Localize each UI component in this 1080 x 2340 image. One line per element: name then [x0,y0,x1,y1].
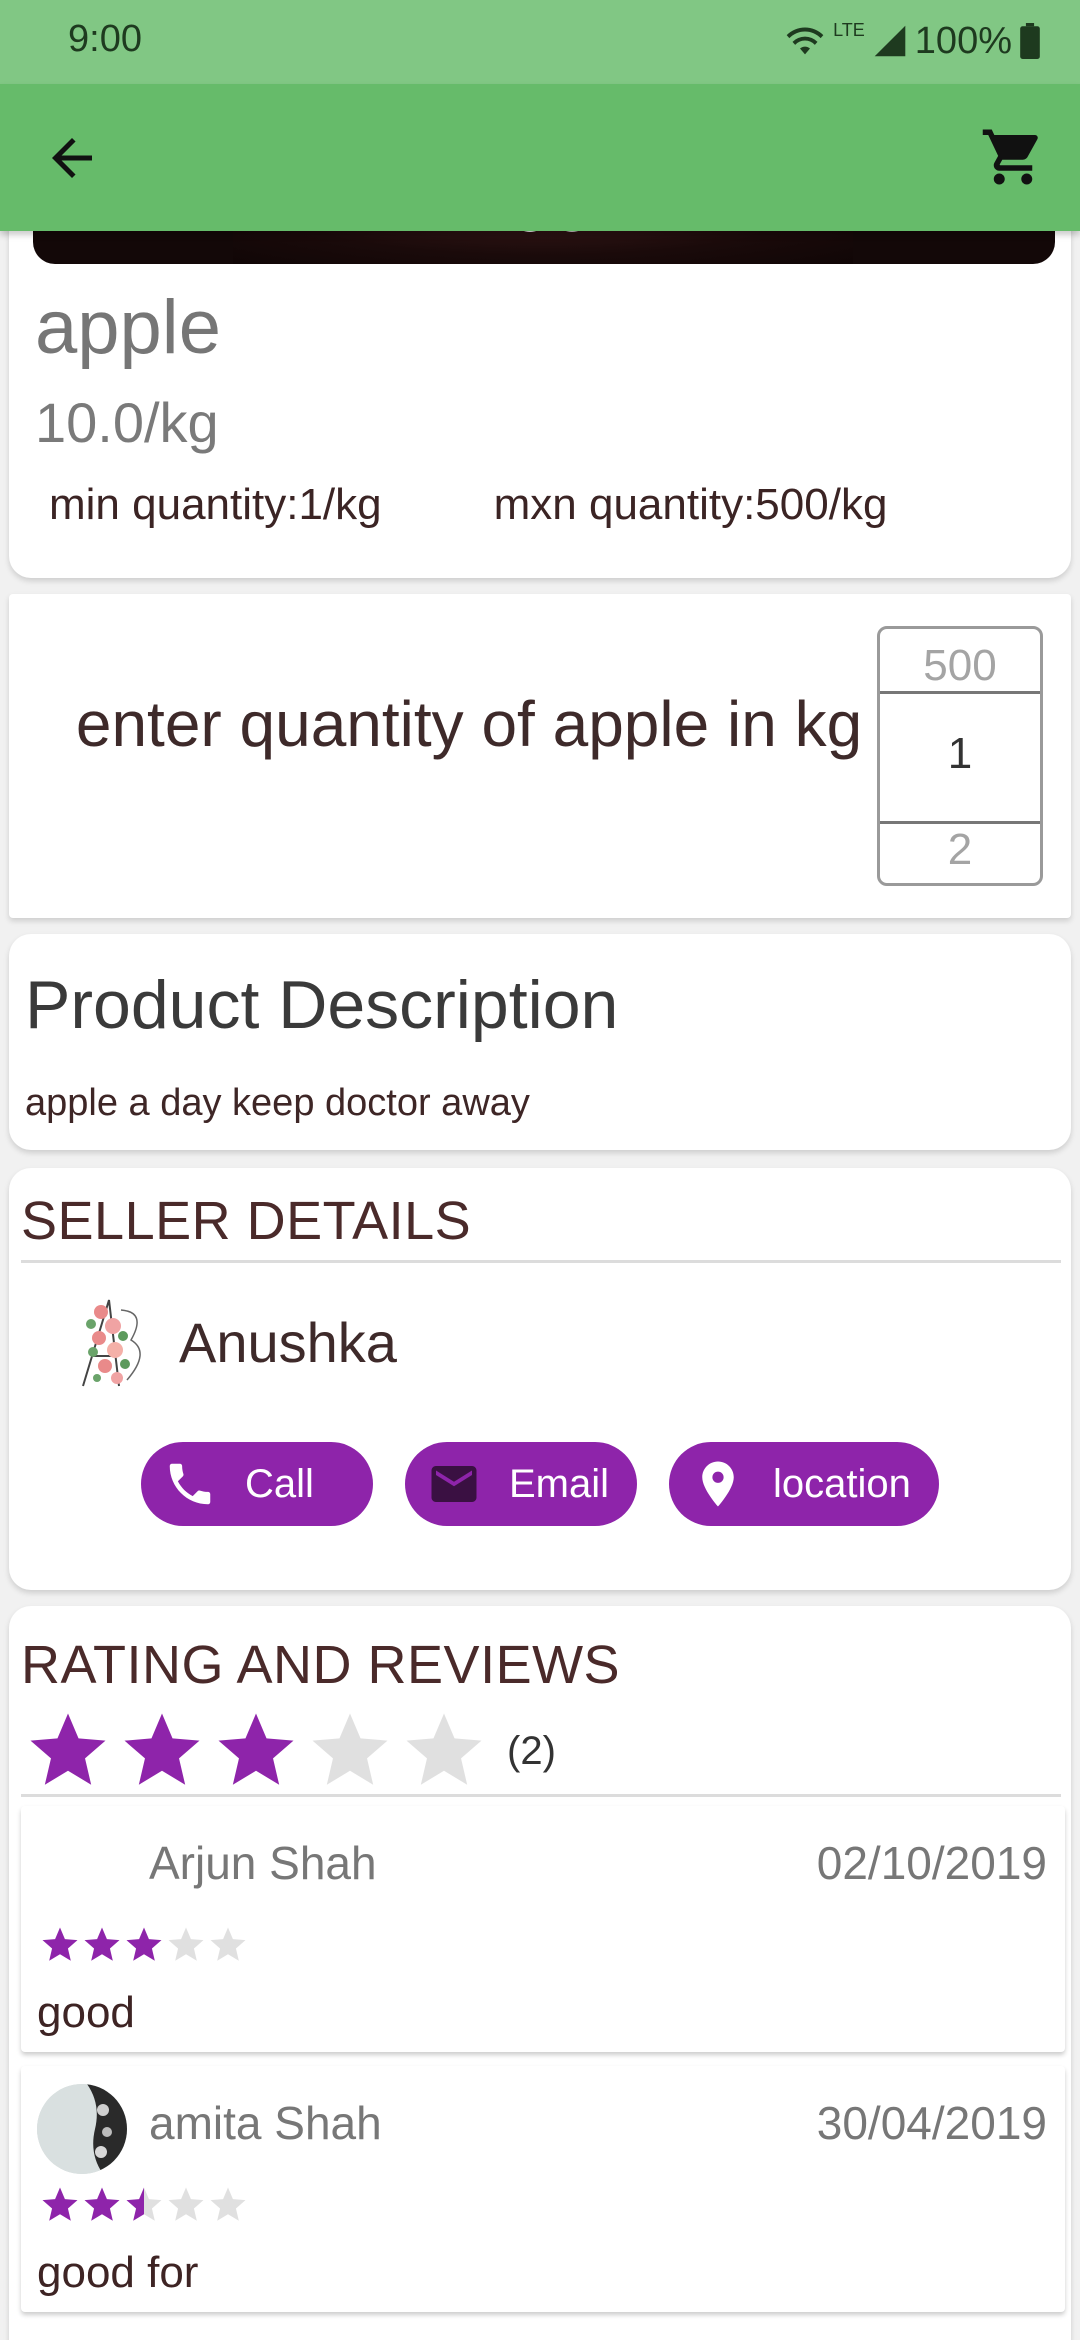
ratings-section-title: RATING AND REVIEWS [21,1635,621,1695]
call-button[interactable]: Call [141,1442,373,1526]
description-title: Product Description [25,967,619,1043]
picker-prev-value[interactable]: 500 [880,641,1040,691]
seller-section-title: SELLER DETAILS [21,1191,472,1251]
quantity-card: enter quantity of apple in kg 500 1 2 [9,594,1071,918]
location-button[interactable]: location [669,1442,939,1526]
reviewer-name: Arjun Shah [149,1837,377,1889]
picker-next-value[interactable]: 2 [880,825,1040,875]
location-label: location [773,1461,911,1506]
email-icon [427,1457,481,1511]
picker-divider [880,691,1040,694]
star-icon [165,1924,207,1966]
product-name: apple [35,285,221,370]
star-icon [81,2184,123,2226]
arrow-back-icon[interactable] [42,128,102,188]
star-icon [23,1706,113,1796]
reviewer-avatar [37,2084,127,2174]
average-rating: (2) [23,1706,556,1796]
shopping-cart-icon[interactable] [980,124,1046,190]
star-icon [207,1924,249,1966]
status-time: 9:00 [68,18,142,60]
star-icon [211,1706,301,1796]
ratings-card: RATING AND REVIEWS (2) Arjun Shah 02/10/… [9,1606,1071,2340]
app-bar [0,84,1080,231]
call-label: Call [245,1461,314,1506]
star-icon [123,2184,165,2226]
seller-avatar [61,1290,161,1394]
star-icon [305,1706,395,1796]
star-icon [165,2184,207,2226]
signal-icon [873,24,907,58]
product-description-card: Product Description apple a day keep doc… [9,934,1071,1150]
quantity-number-picker[interactable]: 500 1 2 [877,626,1043,886]
status-icons: LTE 100% [785,16,1040,66]
network-type-label: LTE [833,20,865,40]
review-stars [39,2184,249,2226]
wifi-icon [785,24,825,58]
star-icon [399,1706,489,1796]
description-text: apple a day keep doctor away [25,1082,530,1124]
review-date: 02/10/2019 [816,1837,1047,1889]
review-item: Arjun Shah 02/10/2019 good [21,1806,1065,2052]
min-quantity: min quantity:1/kg [49,480,382,529]
phone-icon [163,1457,217,1511]
location-pin-icon [691,1457,745,1511]
product-summary-card: apple 10.0/kg min quantity:1/kg mxn quan… [9,200,1071,578]
section-divider [21,1260,1061,1263]
email-button[interactable]: Email [405,1442,637,1526]
star-icon [39,1924,81,1966]
reviewer-avatar [37,1824,127,1914]
quantity-prompt: enter quantity of apple in kg [75,688,863,760]
seller-details-card: SELLER DETAILS Anushka Call Email locati… [9,1168,1071,1590]
max-quantity: mxn quantity:500/kg [493,480,888,529]
review-date: 30/04/2019 [816,2097,1047,2149]
star-icon [123,1924,165,1966]
picker-current-value[interactable]: 1 [880,729,1040,779]
reviewer-name: amita Shah [149,2097,382,2149]
star-icon [207,2184,249,2226]
product-price: 10.0/kg [35,391,219,454]
star-icon [39,2184,81,2226]
review-text: good for [37,2248,199,2297]
seller-name: Anushka [179,1311,397,1374]
review-stars [39,1924,249,1966]
seller-actions: Call Email location [141,1442,939,1526]
average-rating-stars [23,1706,493,1796]
battery-label: 100% [914,19,1012,62]
picker-divider [880,821,1040,824]
status-bar: 9:00 LTE 100% [0,0,1080,84]
quantity-limits: min quantity:1/kg mxn quantity:500/kg [49,480,887,530]
review-text: good [37,1988,135,2037]
review-count: (2) [507,1728,556,1773]
star-icon [117,1706,207,1796]
battery-icon [1020,23,1040,59]
review-item: amita Shah 30/04/2019 good for [21,2066,1065,2312]
section-divider [21,1794,1061,1797]
star-icon [81,1924,123,1966]
email-label: Email [509,1461,610,1506]
